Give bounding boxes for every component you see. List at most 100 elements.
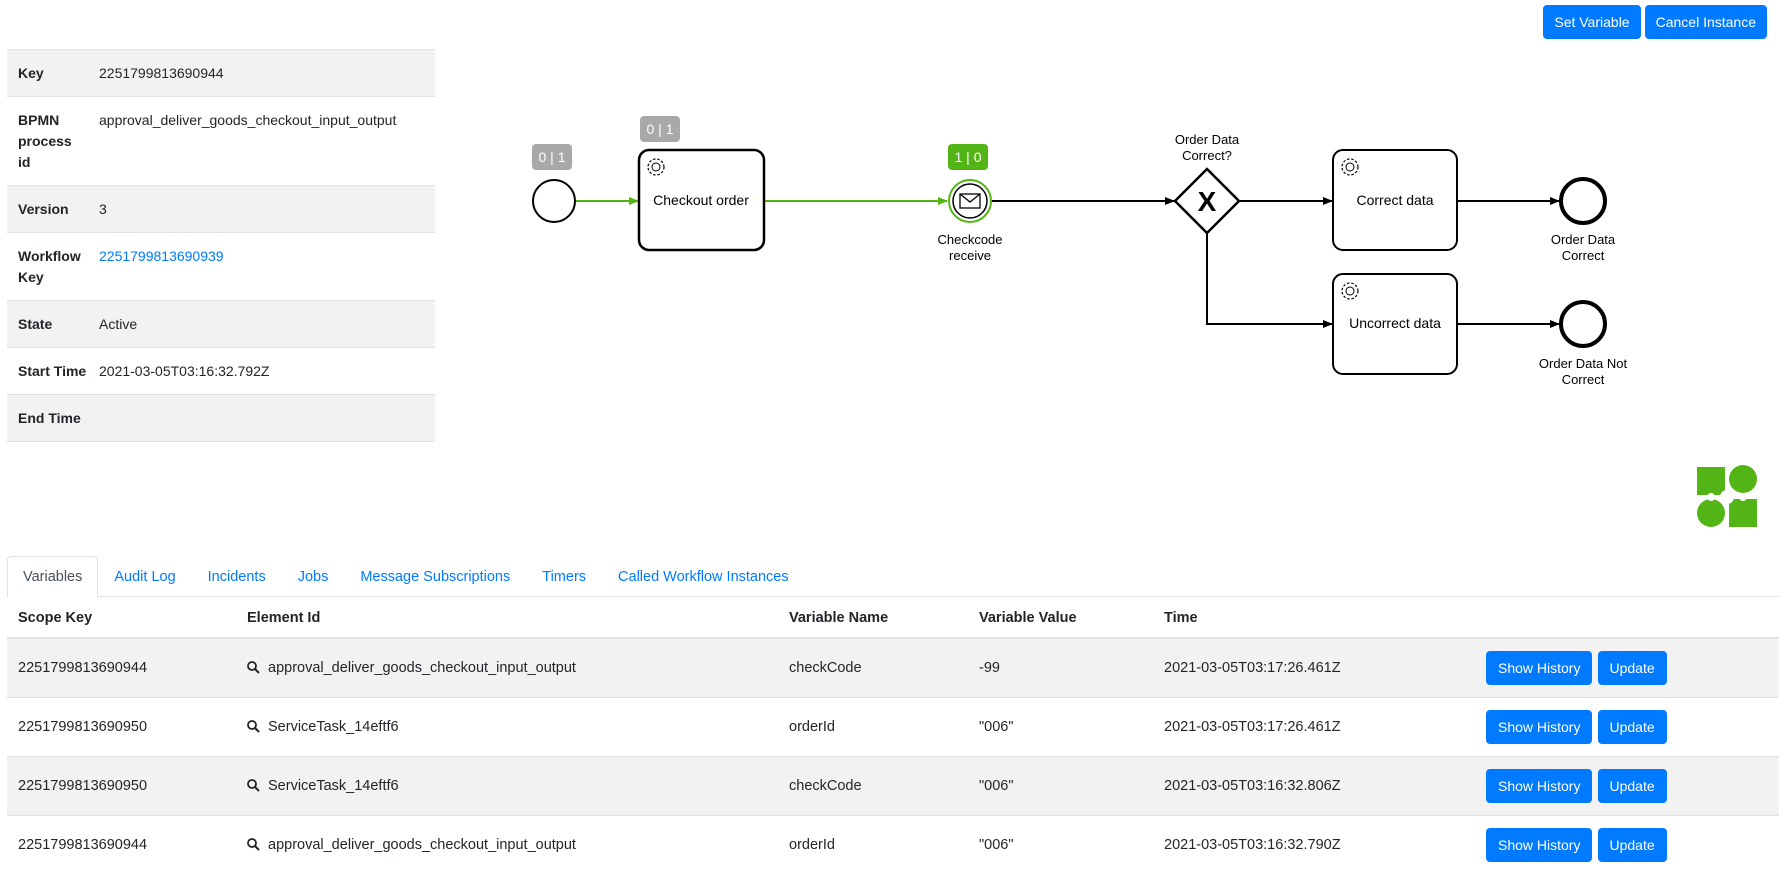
time-cell: 2021-03-05T03:17:26.461Z — [1153, 698, 1475, 757]
actions-cell: Show History Update — [1475, 638, 1779, 698]
detail-label: Start Time — [7, 348, 88, 395]
gateway-label-line1: Order Data — [1175, 132, 1240, 147]
checkcode-label-line2: receive — [949, 248, 991, 263]
end-not-correct-label-line1: Order Data Not — [1539, 356, 1628, 371]
detail-row-start-time: Start Time 2021-03-05T03:16:32.792Z — [7, 348, 435, 395]
detail-value-workflow-key: 2251799813690939 — [88, 233, 435, 301]
search-icon[interactable] — [247, 838, 260, 851]
detail-row-state: State Active — [7, 301, 435, 348]
column-header-variable-name: Variable Name — [778, 596, 968, 638]
tab-timers[interactable]: Timers — [526, 556, 602, 597]
search-icon[interactable] — [247, 720, 260, 733]
show-history-button[interactable]: Show History — [1486, 828, 1592, 862]
scope-key-cell: 2251799813690944 — [7, 816, 236, 874]
bpmn-diagram[interactable]: 0 | 1 Checkout order 0 | 1 1 | 0 Checkco… — [500, 100, 1779, 400]
detail-row-end-time: End Time — [7, 395, 435, 442]
time-cell: 2021-03-05T03:17:26.461Z — [1153, 638, 1475, 698]
scope-key-cell: 2251799813690944 — [7, 638, 236, 698]
detail-row-workflow-key: Workflow Key 2251799813690939 — [7, 233, 435, 301]
variable-value-cell: "006" — [968, 757, 1153, 816]
table-row: 2251799813690950 ServiceTask_14eftf6 ord… — [7, 698, 1779, 757]
actions-cell: Show History Update — [1475, 757, 1779, 816]
variable-value-cell: -99 — [968, 638, 1153, 698]
scope-key-cell: 2251799813690950 — [7, 757, 236, 816]
detail-value-state: Active — [88, 301, 435, 348]
detail-value-process-id: approval_deliver_goods_checkout_input_ou… — [88, 97, 435, 186]
end-event-correct[interactable] — [1561, 179, 1605, 223]
close-icon: X — [1198, 186, 1217, 217]
end-event-not-correct[interactable] — [1561, 302, 1605, 346]
element-id-text: ServiceTask_14eftf6 — [268, 778, 399, 794]
set-variable-button[interactable]: Set Variable — [1543, 5, 1640, 39]
exclusive-gateway[interactable]: X — [1175, 169, 1239, 233]
element-id-cell[interactable]: ServiceTask_14eftf6 — [236, 757, 778, 816]
element-id-text: ServiceTask_14eftf6 — [268, 719, 399, 735]
checkcode-label-line1: Checkcode — [937, 232, 1002, 247]
instance-actions: Set Variable Cancel Instance — [1543, 5, 1767, 39]
uncorrect-data-label: Uncorrect data — [1349, 315, 1441, 331]
tab-jobs[interactable]: Jobs — [282, 556, 345, 597]
scope-key-cell: 2251799813690950 — [7, 698, 236, 757]
time-cell: 2021-03-05T03:16:32.806Z — [1153, 757, 1475, 816]
flow-gateway-uncorrect — [1207, 233, 1332, 324]
detail-value-key: 2251799813690944 — [88, 50, 435, 97]
tab-incidents[interactable]: Incidents — [192, 556, 282, 597]
show-history-button[interactable]: Show History — [1486, 710, 1592, 744]
tab-variables[interactable]: Variables — [7, 556, 98, 598]
update-button[interactable]: Update — [1598, 828, 1667, 862]
detail-value-start-time: 2021-03-05T03:16:32.792Z — [88, 348, 435, 395]
detail-label: Version — [7, 186, 88, 233]
correct-data-task[interactable]: Correct data — [1333, 150, 1457, 250]
column-header-scope-key: Scope Key — [7, 596, 236, 638]
detail-row-version: Version 3 — [7, 186, 435, 233]
start-event-badge: 0 | 1 — [532, 144, 572, 170]
checkout-order-label: Checkout order — [653, 192, 749, 208]
end-correct-label-line1: Order Data — [1551, 232, 1616, 247]
end-correct-label-line2: Correct — [1562, 248, 1605, 263]
checkout-order-task[interactable]: Checkout order — [639, 150, 764, 250]
correct-data-label: Correct data — [1356, 192, 1433, 208]
tab-message-subscriptions[interactable]: Message Subscriptions — [344, 556, 526, 597]
workflow-key-link[interactable]: 2251799813690939 — [99, 248, 224, 264]
instance-details-table: Key 2251799813690944 BPMN process id app… — [7, 49, 435, 442]
table-row: 2251799813690944 approval_deliver_goods_… — [7, 816, 1779, 874]
update-button[interactable]: Update — [1598, 710, 1667, 744]
search-icon[interactable] — [247, 661, 260, 674]
column-header-variable-value: Variable Value — [968, 596, 1153, 638]
element-id-cell[interactable]: approval_deliver_goods_checkout_input_ou… — [236, 816, 778, 874]
detail-row-key: Key 2251799813690944 — [7, 50, 435, 97]
tab-audit-log[interactable]: Audit Log — [98, 556, 191, 597]
start-event[interactable] — [533, 180, 575, 222]
element-id-cell[interactable]: approval_deliver_goods_checkout_input_ou… — [236, 638, 778, 698]
uncorrect-data-task[interactable]: Uncorrect data — [1333, 274, 1457, 374]
variable-name-cell: checkCode — [778, 638, 968, 698]
detail-label: End Time — [7, 395, 88, 442]
detail-label: State — [7, 301, 88, 348]
gateway-label-line2: Correct? — [1182, 148, 1232, 163]
variables-table: Scope Key Element Id Variable Name Varia… — [7, 596, 1779, 874]
element-id-cell[interactable]: ServiceTask_14eftf6 — [236, 698, 778, 757]
checkout-order-badge: 0 | 1 — [640, 116, 680, 142]
search-icon[interactable] — [247, 779, 260, 792]
detail-tabs: Variables Audit Log Incidents Jobs Messa… — [7, 556, 1779, 597]
tab-called-workflow-instances[interactable]: Called Workflow Instances — [602, 556, 805, 597]
show-history-button[interactable]: Show History — [1486, 651, 1592, 685]
show-history-button[interactable]: Show History — [1486, 769, 1592, 803]
column-header-actions — [1475, 596, 1779, 638]
cancel-instance-button[interactable]: Cancel Instance — [1645, 5, 1767, 39]
variable-name-cell: orderId — [778, 698, 968, 757]
detail-label: BPMN process id — [7, 97, 88, 186]
checkcode-receive-event[interactable] — [949, 180, 991, 222]
update-button[interactable]: Update — [1598, 769, 1667, 803]
zeebe-logo-icon — [1693, 463, 1761, 531]
end-not-correct-label-line2: Correct — [1562, 372, 1605, 387]
variable-value-cell: "006" — [968, 698, 1153, 757]
detail-row-process-id: BPMN process id approval_deliver_goods_c… — [7, 97, 435, 186]
element-id-text: approval_deliver_goods_checkout_input_ou… — [268, 660, 576, 676]
table-row: 2251799813690950 ServiceTask_14eftf6 che… — [7, 757, 1779, 816]
actions-cell: Show History Update — [1475, 816, 1779, 874]
checkcode-badge: 1 | 0 — [948, 144, 988, 170]
update-button[interactable]: Update — [1598, 651, 1667, 685]
svg-text:1 | 0: 1 | 0 — [955, 149, 982, 165]
variable-value-cell: "006" — [968, 816, 1153, 874]
